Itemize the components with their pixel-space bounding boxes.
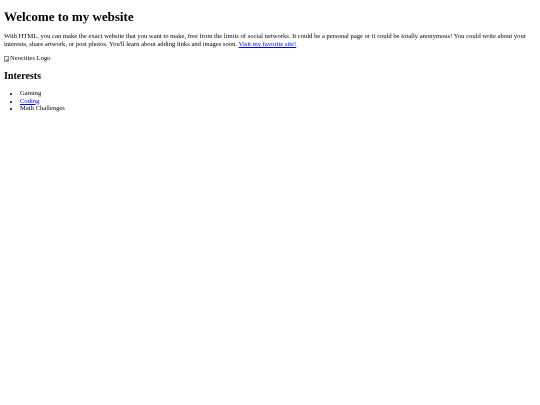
intro-paragraph: With HTML, you can make the exact websit… [4, 33, 532, 49]
neocities-logo-image: Neocities Logo [4, 55, 50, 63]
interests-list: Gaming Coding Math Challenges [4, 90, 65, 113]
interest-label: Gaming [20, 90, 42, 97]
interest-item-gaming: Gaming [20, 90, 65, 98]
page-title: Welcome to my website [4, 9, 134, 24]
interest-link-coding[interactable]: Coding [20, 98, 39, 105]
logo-alt-text: Neocities Logo [10, 55, 51, 62]
broken-image-icon [4, 56, 9, 62]
interests-heading: Interests [4, 71, 42, 82]
interest-label: Math Challenges [20, 105, 65, 113]
interest-item-coding: Coding [20, 98, 65, 106]
interest-item-math-challenges: Math Challenges [20, 105, 65, 113]
favorite-site-link[interactable]: Visit my favorite site! [239, 41, 297, 48]
